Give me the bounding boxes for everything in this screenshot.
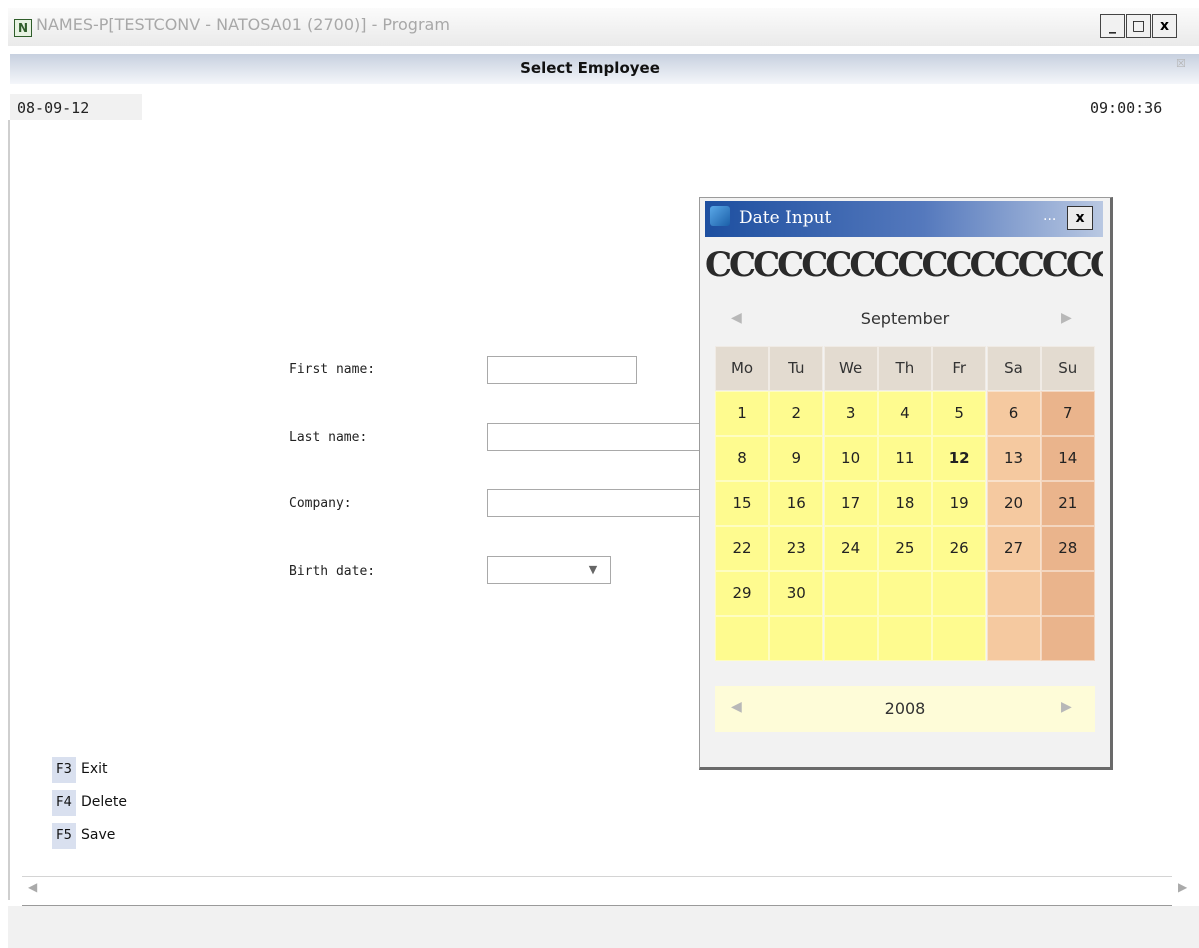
app-icon: N (14, 19, 32, 37)
chevron-down-icon[interactable]: ▼ (582, 560, 604, 580)
calendar-day[interactable]: 9 (769, 436, 824, 481)
current-date: 08-09-12 (17, 99, 90, 117)
calendar-day (932, 571, 987, 616)
f4-key[interactable]: F4 (52, 790, 76, 816)
screen-title: Select Employee (520, 59, 660, 77)
calendar-day[interactable]: 20 (986, 481, 1041, 526)
calendar-day[interactable]: 29 (715, 571, 769, 616)
calendar-day[interactable]: 19 (932, 481, 987, 526)
calendar-day-selected[interactable]: 12 (932, 436, 987, 481)
minimize-button[interactable]: _ (1100, 14, 1125, 38)
calendar-day[interactable]: 6 (986, 391, 1041, 436)
month-label: September (860, 309, 950, 328)
maximize-button[interactable]: □ (1126, 14, 1151, 38)
weekday-header: Fr (932, 346, 987, 391)
calendar-day (715, 616, 769, 661)
calendar-day[interactable]: 10 (823, 436, 878, 481)
calendar-day[interactable]: 30 (769, 571, 824, 616)
last-name-input[interactable] (487, 423, 701, 451)
calendar-day[interactable]: 18 (877, 481, 932, 526)
company-input[interactable] (487, 489, 701, 517)
weekday-header: Su (1040, 346, 1095, 391)
weekday-header: Tu (769, 346, 824, 391)
calendar-day (877, 571, 932, 616)
calendar-day[interactable]: 28 (1040, 526, 1095, 571)
calendar-day[interactable]: 5 (932, 391, 987, 436)
dialog-ellipsis: ... (1043, 208, 1057, 224)
next-year-icon[interactable]: ▶ (1061, 699, 1072, 715)
screen-close-icon[interactable]: ☒ (1176, 57, 1186, 70)
calendar-day (823, 616, 878, 661)
calendar-day[interactable]: 26 (932, 526, 987, 571)
calendar-day (986, 571, 1041, 616)
scroll-left-icon[interactable]: ◀ (28, 880, 37, 894)
dialog-app-icon (710, 206, 730, 226)
calendar-day[interactable]: 24 (823, 526, 878, 571)
horizontal-scrollbar[interactable] (22, 876, 1172, 907)
calendar-day (877, 616, 932, 661)
company-label: Company: (289, 496, 352, 511)
calendar-day[interactable]: 14 (1040, 436, 1095, 481)
calendar-day (1040, 616, 1095, 661)
calendar-day[interactable]: 7 (1040, 391, 1095, 436)
calendar-day[interactable]: 13 (986, 436, 1041, 481)
calendar-day[interactable]: 21 (1040, 481, 1095, 526)
status-bar (8, 906, 1199, 948)
exit-key-label[interactable]: Exit (81, 761, 108, 777)
calendar-binding-rings: CCCCCCCCCCCCCCCCCCCC (705, 248, 1103, 282)
delete-key-label[interactable]: Delete (81, 794, 127, 810)
calendar-day[interactable]: 25 (877, 526, 932, 571)
weekday-header: We (823, 346, 878, 391)
save-key-label[interactable]: Save (81, 827, 115, 843)
calendar-day[interactable]: 27 (986, 526, 1041, 571)
weekday-header: Th (877, 346, 932, 391)
dialog-close-button[interactable]: x (1067, 206, 1093, 230)
calendar-day[interactable]: 2 (769, 391, 824, 436)
f3-key[interactable]: F3 (52, 757, 76, 783)
close-button[interactable]: x (1152, 14, 1177, 38)
calendar-day (932, 616, 987, 661)
birth-date-label: Birth date: (289, 564, 376, 579)
calendar-day[interactable]: 23 (769, 526, 824, 571)
dialog-title: Date Input (739, 208, 832, 228)
calendar-day[interactable]: 22 (715, 526, 769, 571)
calendar-day[interactable]: 4 (877, 391, 932, 436)
first-name-label: First name: (289, 362, 376, 377)
calendar-day (823, 571, 878, 616)
current-time: 09:00:36 (1090, 99, 1163, 117)
last-name-label: Last name: (289, 430, 368, 445)
calendar-day (769, 616, 824, 661)
calendar-day[interactable]: 1 (715, 391, 769, 436)
next-month-icon[interactable]: ▶ (1061, 310, 1072, 326)
calendar-day (1040, 571, 1095, 616)
calendar-day[interactable]: 11 (877, 436, 932, 481)
calendar-day[interactable]: 17 (823, 481, 878, 526)
first-name-input[interactable] (487, 356, 637, 384)
scroll-right-icon[interactable]: ▶ (1178, 880, 1187, 894)
window-left-border (8, 120, 10, 900)
calendar-day[interactable]: 16 (769, 481, 824, 526)
calendar-day[interactable]: 8 (715, 436, 769, 481)
calendar-day (986, 616, 1041, 661)
weekday-header: Mo (715, 346, 769, 391)
calendar-day[interactable]: 15 (715, 481, 769, 526)
f5-key[interactable]: F5 (52, 823, 76, 849)
weekday-header: Sa (986, 346, 1041, 391)
calendar-day[interactable]: 3 (823, 391, 878, 436)
year-label: 2008 (884, 699, 926, 718)
window-title: NAMES-P[TESTCONV - NATOSA01 (2700)] - Pr… (36, 15, 450, 34)
